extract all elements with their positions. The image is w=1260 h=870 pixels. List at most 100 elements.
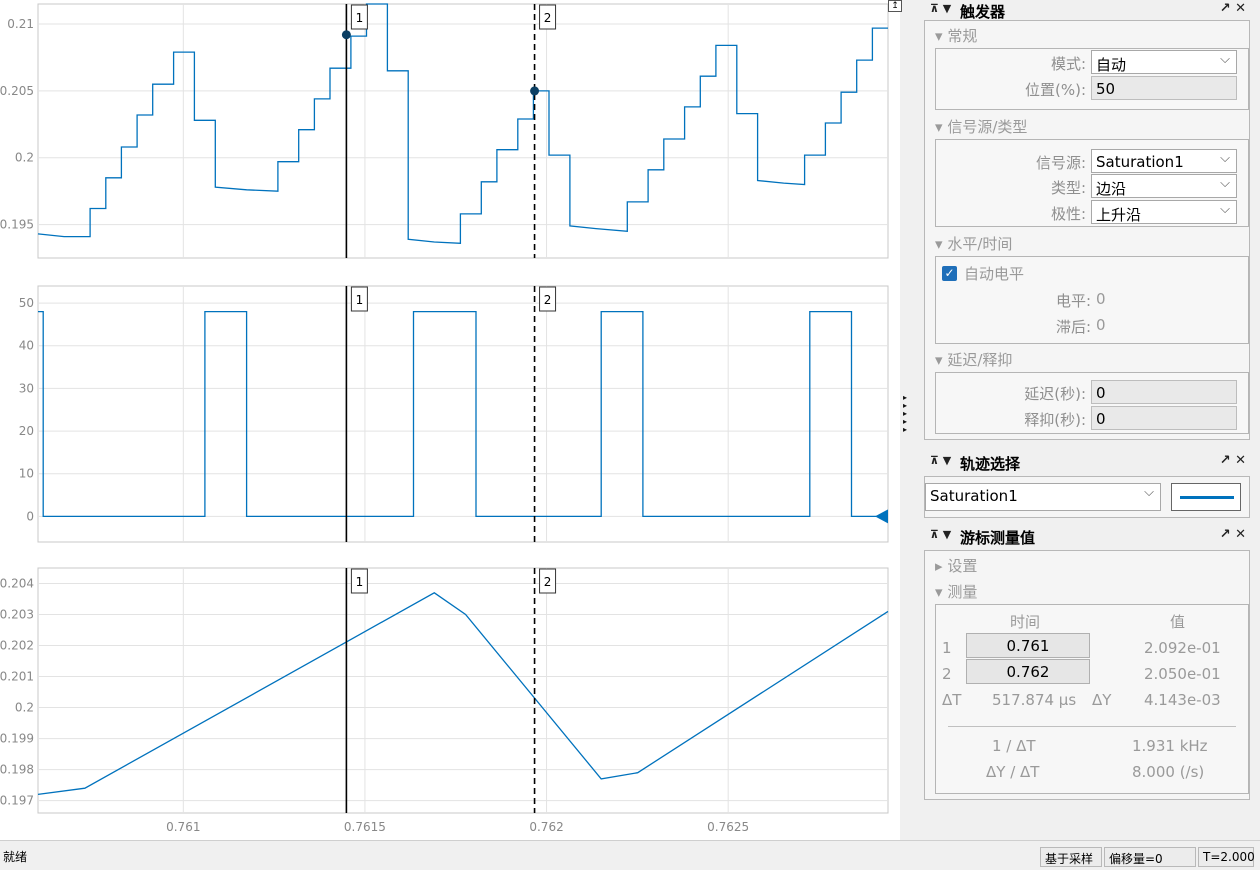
type-label: 类型: xyxy=(1050,179,1086,197)
y-tick-label: 0.2 xyxy=(15,151,34,165)
trace-dropdown[interactable]: Saturation1 ⌵ xyxy=(925,483,1161,511)
cursor-2-marker xyxy=(530,86,540,96)
y-tick-label: 0.198 xyxy=(0,763,34,777)
collapse-arrows-icon[interactable]: ▸ ▸ ▸ ▸ ▸ xyxy=(903,394,915,434)
delay-section-title[interactable]: ▾ 延迟/释抑 xyxy=(935,349,1012,370)
pin-icon[interactable]: ⊼ ▼ xyxy=(930,528,951,541)
expand-icon[interactable]: ↥ xyxy=(888,0,902,12)
measurement-divider xyxy=(948,726,1236,727)
general-section: 模式: 自动 ⌵ 位置(%): 50 xyxy=(935,48,1249,110)
holdoff-field[interactable]: 0 xyxy=(1091,406,1237,430)
cursor-panel-title: 游标测量值 xyxy=(960,529,1036,547)
delta-y-value: 4.143e-03 xyxy=(1144,691,1221,709)
cursor-1-marker xyxy=(341,30,351,40)
cursor-2-label: 2 xyxy=(544,11,552,25)
trace-panel-title: 轨迹选择 xyxy=(960,455,1021,473)
level-section: ✓ 自动电平 电平: 0 滞后: 0 xyxy=(935,256,1249,344)
polarity-value: 上升沿 xyxy=(1096,206,1142,224)
y-tick-label: 0.195 xyxy=(0,218,34,232)
trace-panel: Saturation1 ⌵ xyxy=(924,476,1250,518)
scope-plots-svg[interactable]: 0.1950.20.2050.21 1 201020304050 1 20.1970.1… xyxy=(0,0,900,840)
mode-label: 模式: xyxy=(1050,55,1086,73)
row1-time-field[interactable]: 0.761 xyxy=(966,633,1090,658)
position-field[interactable]: 50 xyxy=(1091,76,1237,100)
cursor-2-label: 2 xyxy=(544,293,552,307)
trace-panel-header[interactable]: ⊼ ▼ 轨迹选择 ↗ ✕ xyxy=(924,452,1254,474)
source-label: 信号源: xyxy=(1035,154,1086,172)
offset-indicator[interactable]: 偏移量=0 xyxy=(1104,847,1196,867)
delta-t-value: 517.874 μs xyxy=(992,691,1077,709)
y-tick-label: 30 xyxy=(19,381,34,395)
sample-based-indicator[interactable]: 基于采样 xyxy=(1040,847,1102,867)
trace-value: Saturation1 xyxy=(930,487,1018,505)
y-tick-label: 0.197 xyxy=(0,794,34,808)
polarity-dropdown[interactable]: 上升沿 ⌵ xyxy=(1091,200,1237,224)
level-section-title[interactable]: ▾ 水平/时间 xyxy=(935,233,1012,254)
delay-label: 延迟(秒): xyxy=(1024,385,1086,403)
cursor-settings-title[interactable]: ▸ 设置 xyxy=(935,555,977,576)
chevron-down-icon: ⌵ xyxy=(1220,176,1230,191)
hysteresis-label: 滞后: xyxy=(1055,318,1091,336)
measure-text: 测量 xyxy=(947,583,978,601)
polarity-label: 极性: xyxy=(1050,205,1086,223)
side-panels: ⊼ ▼ 触发器 ↗ ✕ ▾ 常规 模式: 自动 ⌵ 位置(%): 50 ▾ 信号源… xyxy=(920,0,1260,840)
position-label: 位置(%): xyxy=(1024,81,1086,99)
settings-text: 设置 xyxy=(947,557,978,575)
plot-area[interactable]: 0.195 0.2 0.205 0.21 1 2 0 10 20 30 40 50 1 2 0.197 0.1… xyxy=(0,0,900,840)
y-tick-label: 0.201 xyxy=(0,670,34,684)
delta-t-label: ΔT xyxy=(942,691,962,709)
chevron-down-icon: ⌵ xyxy=(1144,485,1154,500)
level-title-text: 水平/时间 xyxy=(947,235,1013,253)
general-title-text: 常规 xyxy=(947,27,978,45)
delta-y-label: ΔY xyxy=(1092,691,1112,709)
type-dropdown[interactable]: 边沿 ⌵ xyxy=(1091,174,1237,198)
auto-level-checkbox[interactable]: ✓ xyxy=(942,266,957,281)
trigger-panel-title: 触发器 xyxy=(960,3,1006,21)
y-tick-label: 40 xyxy=(19,339,34,353)
y-tick-label: 50 xyxy=(19,296,34,310)
chevron-down-icon: ⌵ xyxy=(1220,151,1230,166)
general-section-title[interactable]: ▾ 常规 xyxy=(935,25,977,46)
delay-field[interactable]: 0 xyxy=(1091,380,1237,404)
hysteresis-value: 0 xyxy=(1096,316,1106,334)
panel-controls-icon[interactable]: ↗ ✕ xyxy=(1220,453,1246,468)
pin-icon[interactable]: ⊼ ▼ xyxy=(930,2,951,15)
source-section-title[interactable]: ▾ 信号源/类型 xyxy=(935,116,1027,137)
cursor-panel-header[interactable]: ⊼ ▼ 游标测量值 ↗ ✕ xyxy=(924,526,1254,548)
time-indicator[interactable]: T=2.000 xyxy=(1198,847,1255,867)
inv-dt-value: 1.931 kHz xyxy=(1132,737,1208,755)
holdoff-label: 释抑(秒): xyxy=(1024,411,1086,429)
cursor-measure-title[interactable]: ▾ 测量 xyxy=(935,581,977,602)
chevron-down-icon: ⌵ xyxy=(1220,202,1230,217)
dy-dt-label: ΔY / ΔT xyxy=(986,763,1040,781)
row2-label: 2 xyxy=(942,665,952,683)
trigger-panel-header[interactable]: ⊼ ▼ 触发器 ↗ ✕ xyxy=(924,0,1254,22)
inv-dt-label: 1 / ΔT xyxy=(992,737,1036,755)
col-value-header: 值 xyxy=(1170,613,1186,631)
panel-controls-icon[interactable]: ↗ ✕ xyxy=(1220,1,1246,16)
cursor-1-label: 1 xyxy=(356,293,364,307)
auto-level-label: 自动电平 xyxy=(964,265,1025,283)
cursor-panel: ▸ 设置 ▾ 测量 时间 值 1 0.761 2.092e-01 2 0.762… xyxy=(924,550,1250,800)
level-label: 电平: xyxy=(1055,292,1091,310)
pin-icon[interactable]: ⊼ ▼ xyxy=(930,454,951,467)
scope-window: 0.195 0.2 0.205 0.21 1 2 0 10 20 30 40 50 1 2 0.197 0.1… xyxy=(0,0,1260,870)
mode-value: 自动 xyxy=(1096,56,1127,74)
panel-controls-icon[interactable]: ↗ ✕ xyxy=(1220,527,1246,542)
mode-dropdown[interactable]: 自动 ⌵ xyxy=(1091,50,1237,74)
plot-frame-3 xyxy=(37,567,889,814)
y-tick-label: 10 xyxy=(19,467,34,481)
row2-time-field[interactable]: 0.762 xyxy=(966,659,1090,684)
type-value: 边沿 xyxy=(1096,180,1127,198)
status-ready: 就绪 xyxy=(3,850,28,864)
plot-frame-2 xyxy=(37,285,889,543)
delay-title-text: 延迟/释抑 xyxy=(947,351,1013,369)
chevron-down-icon: ⌵ xyxy=(1220,52,1230,67)
trace-line-style-button[interactable] xyxy=(1171,483,1241,511)
source-dropdown[interactable]: Saturation1 ⌵ xyxy=(1091,149,1237,173)
y-tick-label: 20 xyxy=(19,424,34,438)
row1-value: 2.092e-01 xyxy=(1144,639,1221,657)
source-value: Saturation1 xyxy=(1096,153,1184,171)
y-tick-label: 0.2 xyxy=(15,701,34,715)
status-bar: 就绪 基于采样 偏移量=0 T=2.000 xyxy=(0,840,1260,870)
